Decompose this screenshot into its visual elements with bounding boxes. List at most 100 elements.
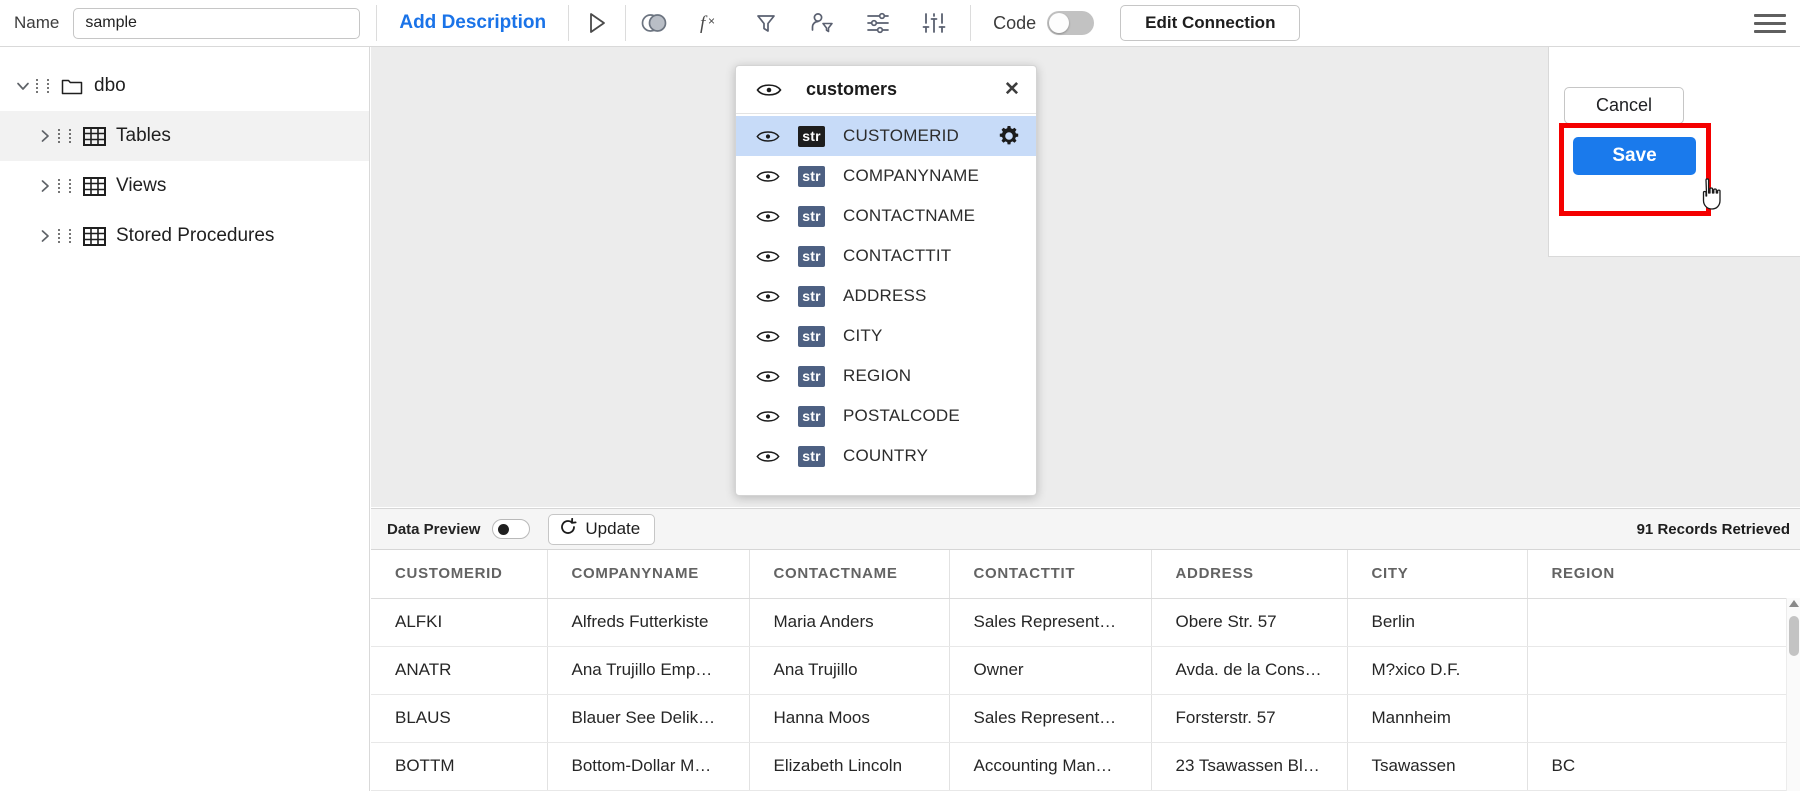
- sidebar-item-stored-procedures[interactable]: Stored Procedures: [0, 211, 369, 261]
- run-icon[interactable]: [569, 0, 625, 46]
- filter-icon[interactable]: [738, 0, 794, 46]
- adjust-sliders-icon[interactable]: [906, 0, 962, 46]
- field-row[interactable]: str ADDRESS: [736, 276, 1036, 316]
- save-button[interactable]: Save: [1573, 137, 1696, 175]
- table-cell: Obere Str. 57: [1151, 598, 1347, 646]
- folder-icon: [58, 76, 86, 96]
- settings-sliders-icon[interactable]: [850, 0, 906, 46]
- field-row[interactable]: str REGION: [736, 356, 1036, 396]
- hamburger-menu-icon[interactable]: [1754, 8, 1786, 38]
- app-root: Name Add Description f ×: [0, 0, 1800, 791]
- fields-popup[interactable]: customers ✕ str CUSTOMERID str COMPANYNA…: [735, 65, 1037, 496]
- table-cell: Ana Trujillo Emp…: [547, 646, 749, 694]
- table-row[interactable]: BOTTM Bottom-Dollar M… Elizabeth Lincoln…: [371, 742, 1800, 790]
- sidebar-item-label: Tables: [116, 125, 171, 147]
- field-row[interactable]: str COMPANYNAME: [736, 156, 1036, 196]
- eye-icon[interactable]: [756, 249, 780, 264]
- scrollbar-thumb[interactable]: [1789, 616, 1799, 656]
- table-cell: BOTTM: [371, 742, 547, 790]
- table-cell: Owner: [949, 646, 1151, 694]
- sidebar-item-label: Views: [116, 175, 166, 197]
- table-row[interactable]: BLAUS Blauer See Delik… Hanna Moos Sales…: [371, 694, 1800, 742]
- divider: [970, 5, 971, 41]
- scroll-up-arrow-icon[interactable]: [1789, 600, 1799, 607]
- field-row[interactable]: str CUSTOMERID: [736, 116, 1036, 156]
- field-row[interactable]: str COUNTRY: [736, 436, 1036, 476]
- column-header[interactable]: CONTACTTIT: [949, 550, 1151, 598]
- group-filter-icon[interactable]: [794, 0, 850, 46]
- drag-handle-icon[interactable]: [58, 126, 76, 146]
- table-cell: [1527, 646, 1800, 694]
- type-badge: str: [798, 206, 825, 227]
- add-description-link[interactable]: Add Description: [377, 12, 568, 34]
- code-label: Code: [993, 13, 1036, 34]
- table-row[interactable]: ALFKI Alfreds Futterkiste Maria Anders S…: [371, 598, 1800, 646]
- data-preview-toggle[interactable]: [492, 519, 530, 539]
- sidebar-item-dbo[interactable]: dbo: [0, 61, 369, 111]
- eye-icon[interactable]: [756, 209, 780, 224]
- column-header[interactable]: REGION: [1527, 550, 1800, 598]
- eye-icon[interactable]: [756, 369, 780, 384]
- join-icon[interactable]: [626, 0, 682, 46]
- drag-handle-icon[interactable]: [36, 76, 54, 96]
- field-name: POSTALCODE: [843, 406, 960, 426]
- chevron-right-icon[interactable]: [32, 223, 58, 249]
- field-row[interactable]: str CONTACTNAME: [736, 196, 1036, 236]
- eye-icon[interactable]: [756, 409, 780, 424]
- eye-icon[interactable]: [756, 129, 780, 144]
- data-preview-label: Data Preview: [387, 521, 480, 538]
- eye-icon[interactable]: [756, 169, 780, 184]
- chevron-right-icon[interactable]: [32, 173, 58, 199]
- table-cell: [1527, 598, 1800, 646]
- field-name: REGION: [843, 366, 911, 386]
- field-row[interactable]: str CONTACTTIT: [736, 236, 1036, 276]
- column-header[interactable]: COMPANYNAME: [547, 550, 749, 598]
- column-header[interactable]: CONTACTNAME: [749, 550, 949, 598]
- field-row[interactable]: str POSTALCODE: [736, 396, 1036, 436]
- sidebar-item-label: dbo: [94, 75, 126, 97]
- type-badge: str: [798, 326, 825, 347]
- table-cell: M?xico D.F.: [1347, 646, 1527, 694]
- edit-connection-button[interactable]: Edit Connection: [1120, 5, 1300, 41]
- update-label: Update: [585, 519, 640, 539]
- table-cell: Sales Represent…: [949, 598, 1151, 646]
- sidebar-item-views[interactable]: Views: [0, 161, 369, 211]
- table-grid-icon: [80, 227, 108, 246]
- eye-icon[interactable]: [756, 449, 780, 464]
- toggle-knob: [498, 524, 509, 535]
- field-row[interactable]: str CITY: [736, 316, 1036, 356]
- data-preview-table[interactable]: CUSTOMERID COMPANYNAME CONTACTNAME CONTA…: [371, 550, 1800, 791]
- sidebar-item-tables[interactable]: Tables: [0, 111, 369, 161]
- vertical-scrollbar[interactable]: [1786, 598, 1800, 791]
- table-cell: Bottom-Dollar M…: [547, 742, 749, 790]
- table-cell: Sales Represent…: [949, 694, 1151, 742]
- table-row[interactable]: ANATR Ana Trujillo Emp… Ana Trujillo Own…: [371, 646, 1800, 694]
- field-name: CUSTOMERID: [843, 126, 959, 146]
- close-icon[interactable]: ✕: [1002, 80, 1022, 100]
- column-header[interactable]: ADDRESS: [1151, 550, 1347, 598]
- eye-icon[interactable]: [756, 329, 780, 344]
- drag-handle-icon[interactable]: [58, 226, 76, 246]
- table-cell: Tsawassen: [1347, 742, 1527, 790]
- drag-handle-icon[interactable]: [58, 176, 76, 196]
- table-cell: Berlin: [1347, 598, 1527, 646]
- code-toggle[interactable]: [1047, 11, 1094, 35]
- chevron-down-icon[interactable]: [10, 73, 36, 99]
- menu-bar: [1754, 14, 1786, 17]
- type-badge: str: [798, 366, 825, 387]
- name-input[interactable]: [73, 8, 360, 39]
- type-badge: str: [798, 446, 825, 467]
- update-button[interactable]: Update: [548, 514, 655, 545]
- eye-icon[interactable]: [756, 82, 782, 98]
- cancel-button[interactable]: Cancel: [1564, 87, 1684, 124]
- type-badge: str: [798, 286, 825, 307]
- popup-header: customers ✕: [736, 66, 1036, 114]
- column-header[interactable]: CITY: [1347, 550, 1527, 598]
- chevron-right-icon[interactable]: [32, 123, 58, 149]
- formula-icon[interactable]: f ×: [682, 0, 738, 46]
- refresh-icon: [559, 518, 577, 541]
- records-retrieved-label: 91 Records Retrieved: [1637, 521, 1790, 538]
- eye-icon[interactable]: [756, 289, 780, 304]
- column-header[interactable]: CUSTOMERID: [371, 550, 547, 598]
- gear-icon[interactable]: [998, 125, 1020, 147]
